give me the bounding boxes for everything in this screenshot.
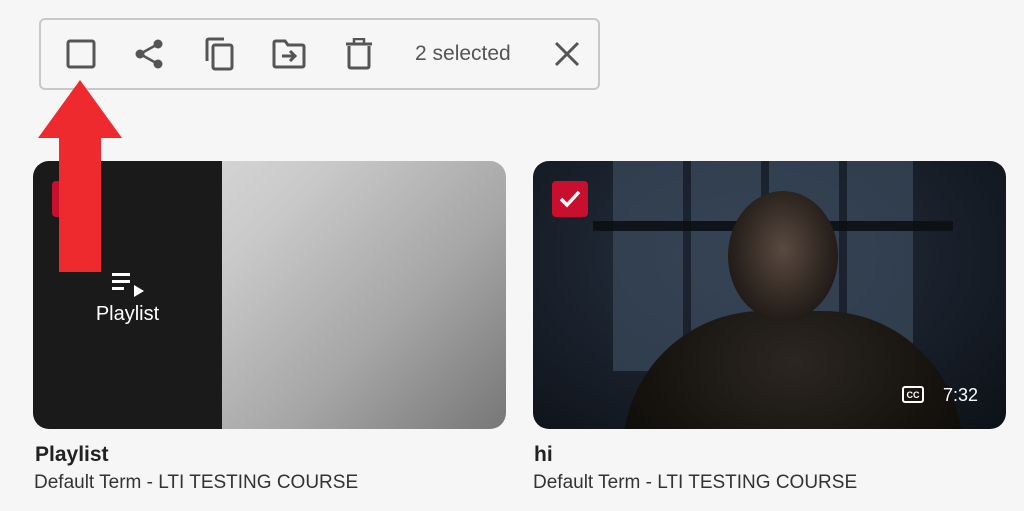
closed-captions-icon: CC bbox=[902, 386, 924, 403]
annotation-arrow bbox=[38, 80, 122, 272]
select-all-button[interactable] bbox=[59, 32, 103, 76]
move-button[interactable] bbox=[267, 32, 311, 76]
close-icon bbox=[554, 41, 580, 67]
trash-icon bbox=[346, 38, 372, 70]
video-select-checkbox[interactable] bbox=[552, 181, 588, 217]
move-to-folder-icon bbox=[272, 39, 306, 69]
close-selection-button[interactable] bbox=[545, 32, 589, 76]
delete-button[interactable] bbox=[337, 32, 381, 76]
video-thumbnail-figure-head bbox=[728, 191, 838, 321]
media-gallery-page: 2 selected Playlist CC 7:32 Playlist Def… bbox=[0, 0, 1024, 511]
video-card[interactable]: CC 7:32 bbox=[533, 161, 1006, 429]
playlist-icon bbox=[112, 273, 144, 297]
selected-count: 2 selected bbox=[415, 42, 511, 65]
video-subtitle: Default Term - LTI TESTING COURSE bbox=[533, 472, 858, 493]
share-button[interactable] bbox=[127, 32, 171, 76]
checkmark-icon bbox=[559, 190, 581, 208]
copy-icon bbox=[205, 37, 234, 71]
checkbox-outline-icon bbox=[66, 39, 96, 69]
copy-button[interactable] bbox=[197, 32, 241, 76]
playlist-subtitle: Default Term - LTI TESTING COURSE bbox=[34, 472, 359, 493]
video-duration: 7:32 bbox=[943, 385, 979, 405]
share-icon bbox=[135, 39, 163, 69]
selection-toolbar: 2 selected bbox=[39, 18, 600, 90]
playlist-title[interactable]: Playlist bbox=[35, 443, 109, 467]
playlist-thumbnail-label: Playlist bbox=[95, 303, 160, 325]
video-title[interactable]: hi bbox=[534, 443, 553, 467]
